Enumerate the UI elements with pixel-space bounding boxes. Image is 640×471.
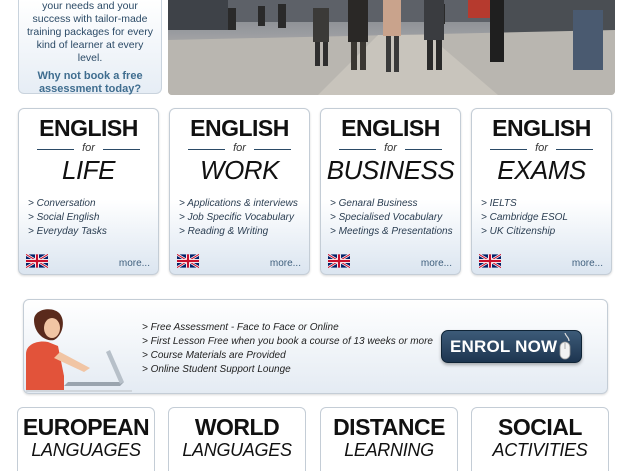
card-for-divider: for (339, 142, 442, 154)
category-subtitle: LEARNING (344, 440, 434, 460)
card-subtitle: LIFE (62, 155, 115, 185)
list-item: > Reading & Writing (179, 226, 269, 237)
card-subtitle: BUSINESS (326, 155, 455, 185)
list-item: > Genaral Business (330, 198, 418, 209)
uk-flag-icon (479, 254, 501, 268)
uk-flag-icon (26, 254, 48, 268)
list-item: > Job Specific Vocabulary (179, 212, 294, 223)
list-item: > Applications & interviews (179, 198, 298, 209)
intro-description: your needs and your success with tailor-… (26, 0, 154, 64)
student-laptop-illustration (26, 309, 132, 392)
card-title: ENGLISH (39, 115, 138, 141)
card-item-list: > IELTS > Cambridge ESOL > UK Citizenshi… (481, 197, 609, 239)
uk-flag-icon (328, 254, 350, 268)
card-item-list: > Conversation > Social English > Everyd… (28, 197, 156, 239)
list-item: > First Lesson Free when you book a cour… (142, 336, 433, 347)
list-item: > Meetings & Presentations (330, 226, 453, 237)
card-title: ENGLISH (341, 115, 440, 141)
list-item: > Conversation (28, 198, 96, 209)
category-title: WORLD (194, 414, 280, 440)
card-item-list: > Genaral Business > Specialised Vocabul… (330, 197, 458, 239)
street-photo (168, 0, 615, 95)
card-english-for-business[interactable]: ENGLISH for BUSINESS > Genaral Business … (320, 108, 461, 275)
list-item: > Free Assessment - Face to Face or Onli… (142, 322, 339, 333)
card-english-for-exams[interactable]: ENGLISH for EXAMS > IELTS > Cambridge ES… (471, 108, 612, 275)
list-item: > Cambridge ESOL (481, 212, 568, 223)
category-subtitle: LANGUAGES (31, 440, 141, 460)
card-for-divider: for (490, 142, 593, 154)
enrol-banner: > Free Assessment - Face to Face or Onli… (23, 299, 608, 394)
list-item: > Social English (28, 212, 100, 223)
more-link[interactable]: more... (421, 258, 452, 269)
category-title: EUROPEAN (22, 414, 150, 440)
category-title: SOCIAL (498, 414, 582, 440)
card-title: ENGLISH (492, 115, 591, 141)
category-subtitle: LANGUAGES (182, 440, 292, 460)
card-english-for-work[interactable]: ENGLISH for WORK > Applications & interv… (169, 108, 310, 275)
list-item: > Specialised Vocabulary (330, 212, 443, 223)
card-title: ENGLISH (190, 115, 289, 141)
card-item-list: > Applications & interviews > Job Specif… (179, 197, 307, 239)
card-for-divider: for (37, 142, 140, 154)
category-subtitle: ACTIVITIES (492, 440, 588, 460)
card-english-for-life[interactable]: ENGLISH for LIFE > Conversation > Social… (18, 108, 159, 275)
category-title: DISTANCE (333, 414, 445, 440)
more-link[interactable]: more... (270, 258, 301, 269)
uk-flag-icon (177, 254, 199, 268)
category-world-languages[interactable]: WORLD LANGUAGES (168, 407, 306, 471)
category-distance-learning[interactable]: DISTANCE LEARNING (320, 407, 458, 471)
card-for-divider: for (188, 142, 291, 154)
list-item: > Course Materials are Provided (142, 350, 286, 361)
more-link[interactable]: more... (119, 258, 150, 269)
category-social-activities[interactable]: SOCIAL ACTIVITIES (471, 407, 609, 471)
enrol-now-label: ENROL NOW (450, 337, 558, 356)
more-link[interactable]: more... (572, 258, 603, 269)
enrol-now-button[interactable]: ENROL NOW (441, 330, 582, 363)
list-item: > UK Citizenship (481, 226, 556, 237)
list-item: > Online Student Support Lounge (142, 364, 291, 375)
card-subtitle: WORK (200, 155, 279, 185)
category-european-languages[interactable]: EUROPEAN LANGUAGES (17, 407, 155, 471)
mouse-icon (559, 333, 571, 360)
list-item: > Everyday Tasks (28, 226, 107, 237)
enrol-benefits-list: > Free Assessment - Face to Face or Onli… (142, 321, 433, 377)
list-item: > IELTS (481, 198, 517, 209)
card-subtitle: EXAMS (497, 155, 586, 185)
free-assessment-link[interactable]: Why not book a free assessment today? (25, 70, 155, 96)
intro-box: your needs and your success with tailor-… (18, 0, 162, 96)
